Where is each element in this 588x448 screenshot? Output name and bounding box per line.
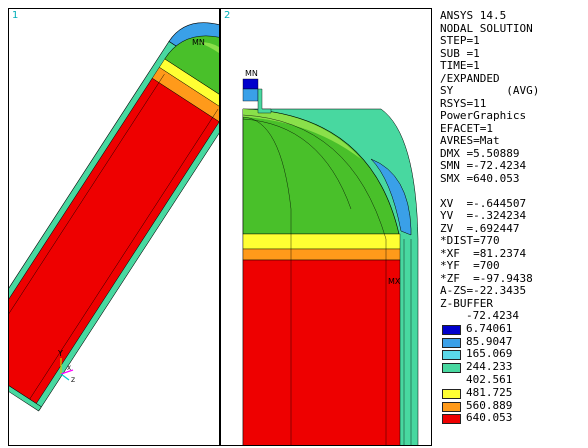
legend-row: 165.069	[440, 348, 586, 361]
legend-swatch	[442, 414, 461, 425]
cylinder-model-iso: Y X Z MN	[9, 22, 219, 412]
info-line: SMN =-72.4234	[440, 159, 527, 172]
legend-row: 244.233	[440, 360, 586, 374]
legend-top-value: -72.4234	[466, 309, 519, 322]
info-line: TIME=1	[440, 59, 480, 72]
svg-text:X: X	[67, 365, 71, 372]
info-line: PowerGraphics	[440, 109, 527, 122]
legend-swatch	[442, 376, 461, 386]
legend-swatch	[442, 363, 461, 374]
legend-row: 6.74061	[440, 321, 586, 336]
legend-value: 402.561	[466, 372, 513, 386]
info-line: ANSYS 14.5	[440, 9, 507, 22]
legend-row: 85.9047	[440, 335, 586, 349]
info-line: SY (AVG)	[440, 84, 540, 97]
legend-value: 640.053	[466, 411, 513, 425]
legend-swatch	[442, 324, 461, 335]
info-line: *DIST=770	[440, 234, 500, 247]
legend-value: 6.74061	[466, 321, 513, 335]
max-marker-label: MX	[388, 277, 401, 286]
legend-swatch	[442, 388, 461, 399]
min-marker-label: MN	[245, 69, 258, 78]
legend-value: 481.725	[466, 385, 513, 399]
svg-text:Z: Z	[71, 377, 75, 384]
legend-row: 560.889	[440, 399, 586, 413]
legend-row: 640.053	[440, 412, 586, 425]
info-line: AVRES=Mat	[440, 134, 500, 147]
cylinder-model-zoom: MN MX	[242, 69, 419, 445]
min-marker-label: MN	[192, 38, 205, 47]
legend-swatch	[442, 337, 461, 348]
legend-swatch	[442, 350, 461, 361]
legend-row: 481.725	[440, 385, 586, 400]
contour-legend: -72.4234 6.74061 85.9047 165.069 244.233 402…	[440, 309, 586, 425]
info-line: YV =-.324234	[440, 209, 527, 222]
svg-text:Y: Y	[57, 349, 63, 358]
info-line	[440, 185, 586, 198]
legend-swatch	[442, 401, 461, 412]
info-line: SMX =640.053	[440, 171, 520, 185]
info-line: A-ZS=-22.3435	[440, 284, 527, 297]
legend-row: 402.561	[440, 372, 586, 387]
info-line: STEP=1	[440, 34, 480, 47]
solution-info-panel: ANSYS 14.5 NODAL SOLUTION STEP=1 SUB =1 TIME…	[440, 9, 586, 310]
viewport-2[interactable]: 2 MN MX	[220, 8, 432, 446]
info-line: *YF =700	[440, 259, 500, 272]
viewport-1[interactable]: 1 Y X Z MN	[8, 8, 220, 446]
